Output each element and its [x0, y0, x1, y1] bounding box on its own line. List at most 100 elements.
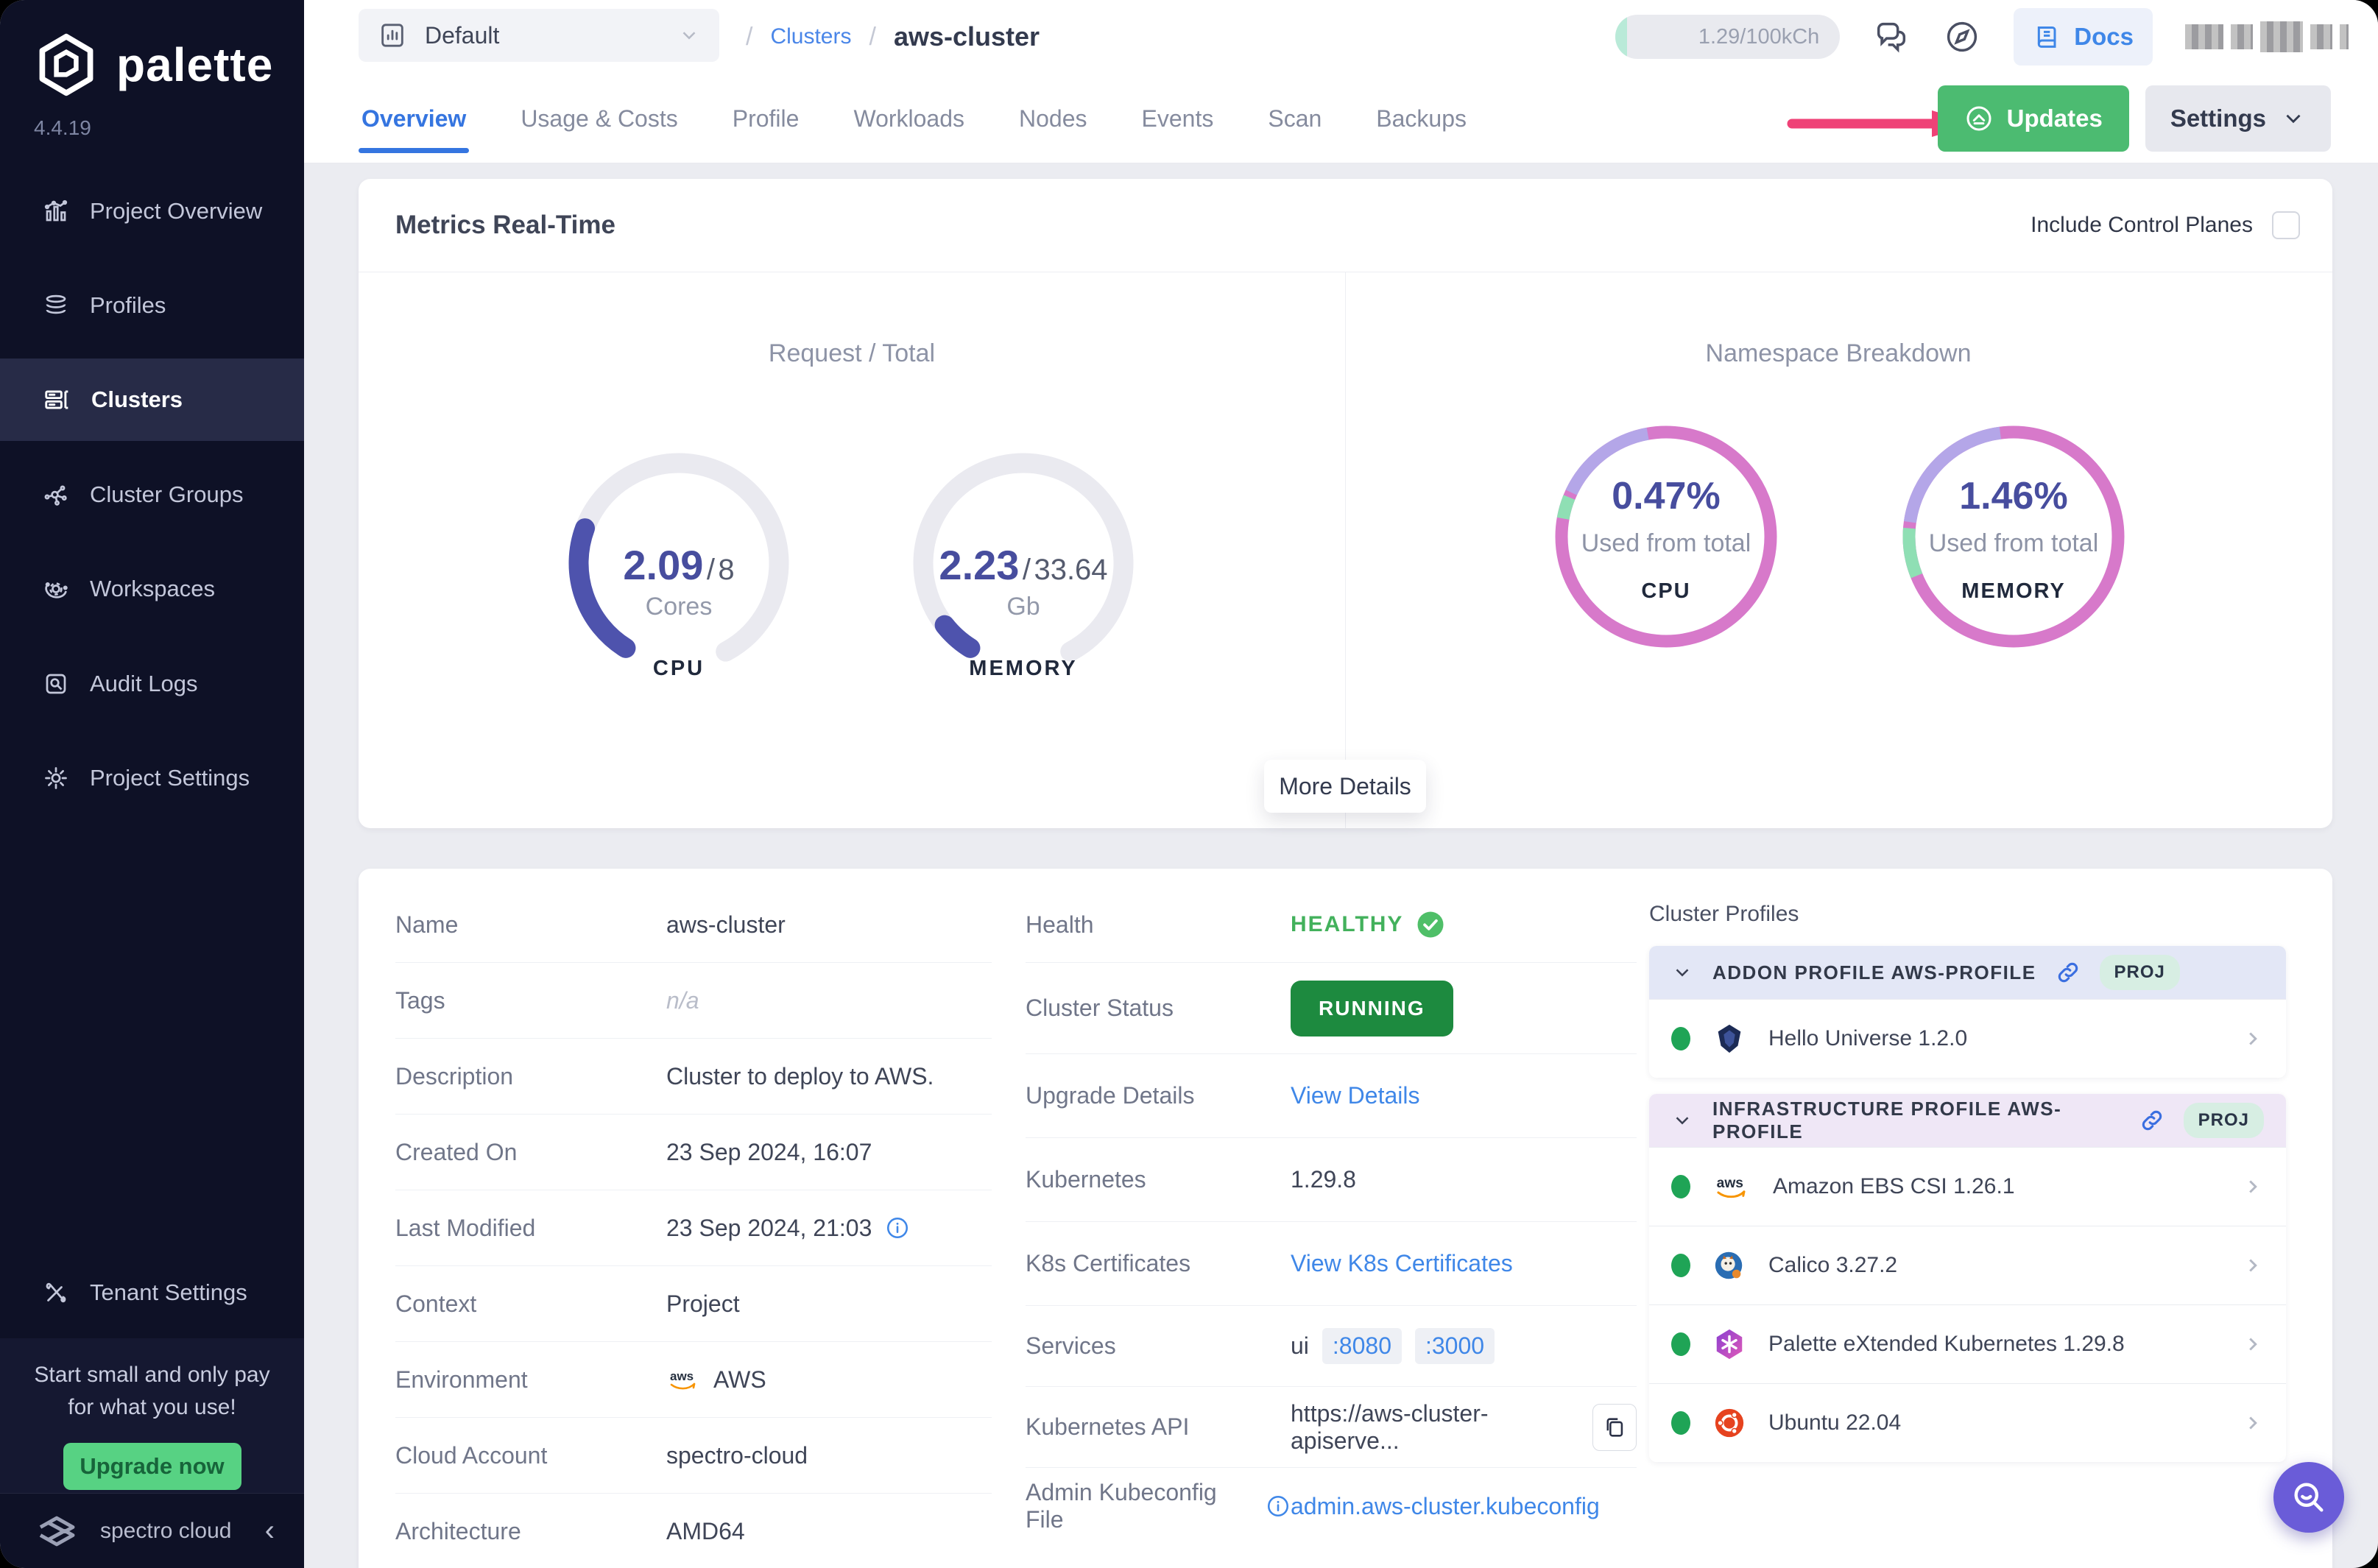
view-k8s-certificates-link[interactable]: View K8s Certificates — [1291, 1250, 1513, 1277]
detail-row-description: Description Cluster to deploy to AWS. — [395, 1039, 992, 1115]
calico-logo-icon — [1712, 1249, 1746, 1282]
gear-icon — [43, 765, 69, 791]
chevron-down-icon — [2281, 106, 2306, 131]
top-bar: Default / Clusters / aws-cluster 1.29/10… — [304, 0, 2378, 74]
tabs: Overview Usage & Costs Profile Workloads… — [359, 74, 1470, 163]
breadcrumb-separator: / — [746, 22, 753, 51]
detail-row-created-on: Created On 23 Sep 2024, 16:07 — [395, 1115, 992, 1190]
sidebar-item-audit-logs[interactable]: Audit Logs — [0, 658, 304, 710]
sidebar-item-label: Audit Logs — [90, 671, 198, 696]
settings-button[interactable]: Settings — [2145, 85, 2331, 152]
service-port-8080[interactable]: :8080 — [1322, 1328, 1402, 1364]
network-icon — [43, 481, 69, 508]
status-dot — [1671, 1027, 1690, 1050]
project-selector[interactable]: Default — [359, 9, 719, 62]
environment-value: aws AWS — [666, 1366, 766, 1394]
tab-profile[interactable]: Profile — [730, 77, 802, 160]
service-port-3000[interactable]: :3000 — [1414, 1328, 1495, 1364]
cluster-name-value: aws-cluster — [666, 911, 786, 938]
cpu-gauge: 2.09 / 8 Cores CPU — [557, 442, 800, 685]
detail-row-kubeconfig: Admin Kubeconfig File admin.aws-cluster.… — [1026, 1468, 1637, 1544]
tab-events[interactable]: Events — [1139, 77, 1217, 160]
collapse-sidebar-icon[interactable]: ‹ — [265, 1514, 275, 1547]
tab-scan[interactable]: Scan — [1265, 77, 1324, 160]
chevron-right-icon — [2242, 1176, 2264, 1198]
search-fab-button[interactable] — [2273, 1462, 2344, 1533]
detail-row-architecture: Architecture AMD64 — [395, 1494, 992, 1568]
tab-workloads[interactable]: Workloads — [850, 77, 967, 160]
redacted-block — [2310, 24, 2332, 49]
copy-button[interactable] — [1592, 1403, 1637, 1451]
orbit-icon — [43, 576, 69, 602]
redacted-user-info — [2185, 21, 2349, 52]
profile-item-palette-extended-kubernetes[interactable]: Palette eXtended Kubernetes 1.29.8 — [1649, 1304, 2286, 1383]
info-icon[interactable] — [885, 1215, 910, 1240]
namespace-breakdown-title: Namespace Breakdown — [1705, 339, 1972, 367]
usage-text: 1.29/100kCh — [1698, 24, 1820, 49]
memory-gauge-unit: Gb — [1006, 593, 1040, 621]
tab-overview[interactable]: Overview — [359, 77, 470, 160]
cpu-gauge-value: 2.09 / 8 — [623, 542, 735, 588]
sidebar-footer: spectro cloud ‹ — [0, 1493, 304, 1568]
include-control-planes-checkbox[interactable] — [2272, 211, 2300, 239]
view-details-link[interactable]: View Details — [1291, 1082, 1419, 1109]
memory-namespace-ring: 1.46% Used from total MEMORY — [1896, 419, 2131, 654]
request-total-title: Request / Total — [768, 339, 936, 367]
details-left-column: Name aws-cluster Tags n/a Description Cl… — [395, 887, 992, 1568]
sidebar-item-clusters[interactable]: Clusters — [0, 359, 304, 441]
docs-label: Docs — [2074, 23, 2134, 50]
addon-profile-group: ADDON PROFILE AWS-PROFILE PROJ Hello Uni… — [1649, 946, 2286, 1078]
info-icon[interactable] — [1266, 1494, 1291, 1519]
sidebar-item-label: Project Settings — [90, 765, 250, 791]
kubeconfig-file-link[interactable]: admin.aws-cluster.kubeconfig — [1291, 1493, 1600, 1520]
sidebar-item-workspaces[interactable]: Workspaces — [0, 563, 304, 615]
profile-item-amazon-ebs-csi[interactable]: aws Amazon EBS CSI 1.26.1 — [1649, 1147, 2286, 1226]
usage-quota-pill[interactable]: 1.29/100kCh — [1615, 15, 1841, 59]
project-name: Default — [425, 21, 500, 49]
brand-name: palette — [116, 38, 274, 91]
detail-row-upgrade-details: Upgrade Details View Details — [1026, 1054, 1637, 1138]
metrics-header: Metrics Real-Time Include Control Planes — [359, 179, 2332, 272]
sidebar-item-label: Profiles — [90, 292, 166, 318]
cluster-tabs-bar: Overview Usage & Costs Profile Workloads… — [304, 74, 2378, 163]
sidebar-item-cluster-groups[interactable]: Cluster Groups — [0, 469, 304, 520]
settings-label: Settings — [2170, 105, 2266, 132]
services-value: ui :8080 :3000 — [1291, 1328, 1495, 1364]
memory-ring-caption: Used from total — [1928, 529, 2099, 557]
updates-label: Updates — [2006, 105, 2103, 132]
tab-nodes[interactable]: Nodes — [1016, 77, 1090, 160]
profile-item-hello-universe[interactable]: Hello Universe 1.2.0 — [1649, 999, 2286, 1078]
sidebar-item-tenant-settings[interactable]: Tenant Settings — [0, 1267, 304, 1318]
scope-badge: PROJ — [2099, 955, 2180, 990]
include-label: Include Control Planes — [2031, 213, 2253, 237]
breadcrumb-clusters-link[interactable]: Clusters — [770, 24, 851, 49]
sidebar-item-profiles[interactable]: Profiles — [0, 280, 304, 331]
chat-icon[interactable] — [1872, 18, 1910, 56]
running-status-badge: RUNNING — [1291, 980, 1453, 1036]
architecture-value: AMD64 — [666, 1517, 745, 1544]
infrastructure-profile-header[interactable]: INFRASTRUCTURE PROFILE AWS-PROFILE PROJ — [1649, 1094, 2286, 1147]
addon-profile-header[interactable]: ADDON PROFILE AWS-PROFILE PROJ — [1649, 946, 2286, 999]
detail-row-health: Health HEALTHY — [1026, 887, 1637, 963]
compass-icon[interactable] — [1943, 18, 1981, 56]
tab-backups[interactable]: Backups — [1373, 77, 1470, 160]
metrics-card: Metrics Real-Time Include Control Planes… — [359, 179, 2332, 828]
updates-button[interactable]: Updates — [1937, 85, 2129, 152]
infrastructure-profile-group: INFRASTRUCTURE PROFILE AWS-PROFILE PROJ … — [1649, 1094, 2286, 1462]
detail-row-k8s-certificates: K8s Certificates View K8s Certificates — [1026, 1222, 1637, 1306]
sidebar-item-project-overview[interactable]: Project Overview — [0, 186, 304, 237]
profile-item-calico[interactable]: Calico 3.27.2 — [1649, 1226, 2286, 1304]
page-title: aws-cluster — [893, 21, 1040, 52]
docs-button[interactable]: Docs — [2014, 8, 2153, 66]
detail-row-name: Name aws-cluster — [395, 887, 992, 963]
svg-text:aws: aws — [670, 1369, 694, 1383]
memory-gauge-value: 2.23 / 33.64 — [939, 542, 1108, 588]
profile-item-ubuntu[interactable]: Ubuntu 22.04 — [1649, 1383, 2286, 1462]
description-value: Cluster to deploy to AWS. — [666, 1062, 934, 1090]
detail-row-last-modified: Last Modified 23 Sep 2024, 21:03 — [395, 1190, 992, 1266]
cpu-gauge-unit: Cores — [645, 593, 713, 621]
more-details-button[interactable]: More Details — [1264, 760, 1426, 813]
upgrade-now-button[interactable]: Upgrade now — [63, 1443, 241, 1490]
sidebar-item-project-settings[interactable]: Project Settings — [0, 752, 304, 804]
tab-usage-costs[interactable]: Usage & Costs — [518, 77, 680, 160]
